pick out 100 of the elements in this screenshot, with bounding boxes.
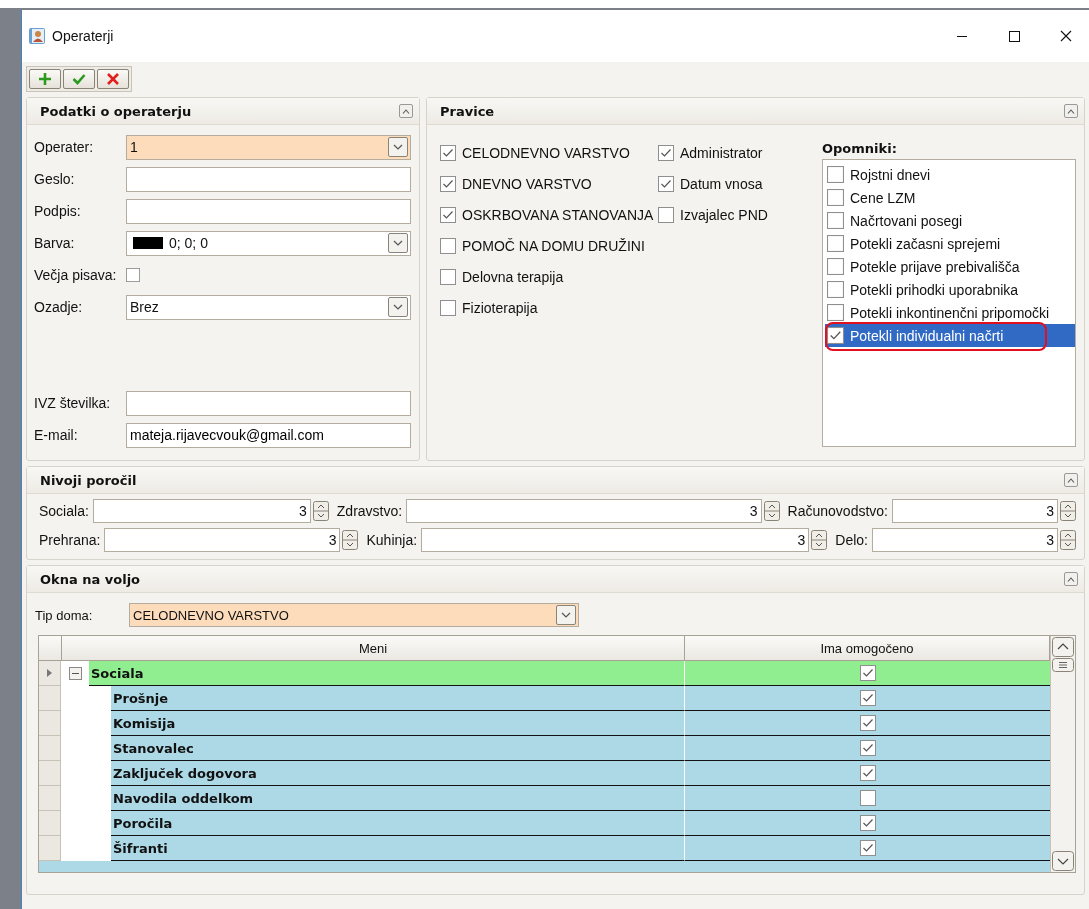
input-field[interactable]: [126, 166, 411, 192]
checkbox[interactable]: [859, 690, 876, 706]
dropdown-field[interactable]: 1: [126, 134, 411, 160]
checkbox[interactable]: [440, 237, 456, 254]
spin-buttons[interactable]: [312, 501, 329, 521]
column-header[interactable]: Meni: [62, 636, 685, 660]
panel-title: Podatki o operaterju: [40, 103, 192, 119]
dropdown-field[interactable]: CELODNEVNO VARSTVO: [129, 603, 579, 627]
list-item[interactable]: Potekli začasni sprejemi: [825, 232, 1075, 255]
spin-buttons[interactable]: [811, 530, 828, 550]
tree-item[interactable]: Komisija: [111, 711, 684, 736]
checkbox[interactable]: [440, 144, 456, 161]
tree-item[interactable]: Prošnje: [111, 686, 684, 711]
confirm-button[interactable]: [63, 69, 95, 89]
dropdown-button[interactable]: [388, 297, 408, 317]
field-label: E-mail:: [34, 427, 79, 443]
checkbox[interactable]: [859, 765, 876, 781]
dropdown-value: Brez: [130, 299, 160, 315]
caret-icon: [561, 612, 571, 618]
panel-title: Nivoji poročil: [40, 472, 137, 488]
color-dropdown[interactable]: 0; 0; 0: [126, 230, 411, 256]
number-field[interactable]: 3: [892, 499, 1058, 523]
tree-item[interactable]: Stanovalec: [111, 736, 684, 761]
input-field[interactable]: mateja.rijavecvouk@gmail.com: [126, 422, 411, 448]
list-item[interactable]: Potekli prihodki uporabnika: [825, 278, 1075, 301]
checkbox-label: POMOČ NA DOMU DRUŽINI: [462, 237, 645, 254]
list-item[interactable]: Rojstni dnevi: [825, 163, 1075, 186]
checkbox[interactable]: [827, 258, 844, 275]
checkbox[interactable]: [827, 327, 844, 344]
field-label: Barva:: [34, 235, 76, 251]
checkbox[interactable]: [658, 175, 674, 192]
collapse-button[interactable]: [1064, 104, 1078, 118]
input-field[interactable]: [126, 198, 411, 224]
dropdown-button[interactable]: [556, 605, 576, 625]
input-field[interactable]: [126, 390, 411, 416]
checkbox[interactable]: [859, 790, 876, 806]
checkbox[interactable]: [440, 175, 456, 192]
tree-item[interactable]: Poročila: [111, 811, 684, 836]
checkbox-label: Delovna terapija: [462, 268, 564, 285]
scroll-up-button[interactable]: [1052, 637, 1074, 657]
checkbox[interactable]: [859, 715, 876, 731]
collapse-icon[interactable]: [68, 667, 82, 680]
checkbox[interactable]: [658, 206, 674, 223]
number-field[interactable]: 3: [872, 528, 1058, 552]
checkbox[interactable]: [827, 235, 844, 252]
checkbox[interactable]: [827, 189, 844, 206]
checkbox-label: Administrator: [680, 144, 763, 161]
scrollbar[interactable]: [1050, 636, 1075, 872]
number-field[interactable]: 3: [406, 499, 762, 523]
cancel-button[interactable]: [97, 69, 129, 89]
checkbox-label: OSKRBOVANA STANOVANJA: [462, 206, 654, 223]
checkbox-label: Izvajalec PND: [680, 206, 768, 223]
field-label: Delo:: [834, 532, 868, 548]
scroll-thumb[interactable]: [1052, 658, 1074, 672]
checkbox[interactable]: [440, 268, 456, 285]
checkbox[interactable]: [859, 815, 876, 831]
panel-title: Pravice: [440, 103, 495, 119]
field-label: Kuhinja:: [365, 532, 418, 548]
list-item[interactable]: Načrtovani posegi: [825, 209, 1075, 232]
list-item[interactable]: Potekli inkontinenčni pripomočki: [825, 301, 1075, 324]
spin-buttons[interactable]: [1060, 501, 1076, 521]
cross-icon: [106, 72, 120, 86]
scroll-down-button[interactable]: [1052, 851, 1074, 871]
checkbox[interactable]: [440, 299, 456, 316]
checkbox[interactable]: [440, 206, 456, 223]
chevron-up-icon: [1067, 576, 1075, 582]
list-item[interactable]: Potekle prijave prebivališča: [825, 255, 1075, 278]
checkbox[interactable]: [126, 268, 140, 282]
spin-buttons[interactable]: [1060, 530, 1076, 550]
dropdown-button[interactable]: [388, 137, 408, 157]
field-label: Tip doma:: [35, 607, 94, 623]
collapse-button[interactable]: [1064, 572, 1078, 586]
collapse-button[interactable]: [1064, 473, 1078, 487]
dropdown-button[interactable]: [388, 233, 408, 253]
collapse-button[interactable]: [399, 104, 413, 118]
add-button[interactable]: [29, 69, 61, 89]
checkbox[interactable]: [827, 281, 844, 298]
number-field[interactable]: 3: [104, 528, 341, 552]
tree-item[interactable]: Zaključek dogovora: [111, 761, 684, 786]
checkbox[interactable]: [827, 212, 844, 229]
row-indicator[interactable]: [39, 661, 61, 686]
number-field[interactable]: 3: [421, 528, 810, 552]
checkbox[interactable]: [859, 665, 876, 681]
tree-item[interactable]: Šifranti: [111, 836, 684, 861]
checkbox[interactable]: [827, 304, 844, 321]
checkbox[interactable]: [859, 840, 876, 856]
list-title: Opomniki:: [822, 139, 898, 158]
checkbox-label: CELODNEVNO VARSTVO: [462, 144, 630, 161]
number-field[interactable]: 3: [92, 499, 311, 523]
spin-buttons[interactable]: [342, 530, 359, 550]
checkbox[interactable]: [859, 740, 876, 756]
dropdown-field[interactable]: Brez: [126, 294, 411, 320]
tree-item[interactable]: Navodila oddelkom: [111, 786, 684, 811]
checkbox[interactable]: [658, 144, 674, 161]
panel-title: Okna na voljo: [40, 571, 141, 587]
window-title: Operaterji: [52, 28, 114, 44]
checkbox[interactable]: [827, 166, 844, 183]
tree-item[interactable]: Sociala: [89, 661, 684, 686]
spin-buttons[interactable]: [763, 501, 780, 521]
list-item[interactable]: Cene LZM: [825, 186, 1075, 209]
